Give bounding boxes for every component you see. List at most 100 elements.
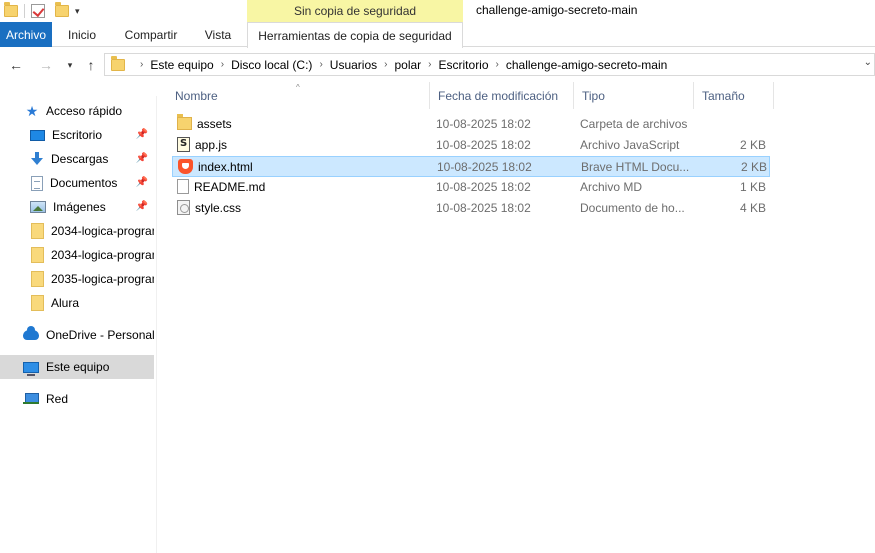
onedrive-icon — [23, 326, 39, 340]
breadcrumb-separator-icon[interactable]: › — [319, 59, 322, 70]
sidebar-item-label: Descargas — [51, 152, 109, 166]
file-type: Carpeta de archivos — [580, 116, 688, 131]
back-arrow-icon[interactable]: ← — [7, 56, 25, 74]
star-icon: ★ — [25, 102, 39, 119]
file-size: 1 KB — [739, 179, 766, 194]
file-name-cell: README.md — [177, 177, 425, 196]
breadcrumb-current-folder[interactable]: challenge-amigo-secreto-main — [506, 58, 667, 72]
breadcrumb-separator-icon[interactable]: › — [221, 59, 224, 70]
sidebar-item-label: 2034-logica-progran — [51, 224, 154, 238]
sidebar-item-escritorio[interactable]: Escritorio 📌 — [0, 123, 154, 147]
sidebar-item-folder[interactable]: 2034-logica-progran — [0, 219, 154, 243]
recent-locations-chevron-icon[interactable]: ▾ — [61, 56, 79, 74]
file-name: app.js — [195, 137, 228, 152]
file-date: 10-08-2025 18:02 — [437, 159, 532, 174]
breadcrumb-separator-icon[interactable]: › — [140, 59, 143, 70]
up-arrow-icon[interactable]: ↑ — [82, 56, 100, 74]
sidebar-item-label: Este equipo — [46, 360, 110, 374]
file-name: style.css — [195, 200, 242, 215]
tab-inicio[interactable]: Inicio — [56, 22, 108, 47]
quick-access-toolbar: ▾ — [4, 2, 80, 20]
properties-icon[interactable] — [31, 4, 45, 18]
table-row[interactable]: style.css 10-08-2025 18:02 Documento de … — [172, 198, 770, 219]
title-bar: ▾ Sin copia de seguridad challenge-amigo… — [0, 0, 875, 22]
file-type: Archivo MD — [580, 179, 643, 194]
file-type: Brave HTML Docu... — [581, 159, 690, 174]
folder-icon — [31, 247, 44, 263]
file-name: index.html — [198, 159, 253, 174]
downloads-icon — [30, 152, 44, 166]
sidebar-item-label: OneDrive - Personal — [46, 328, 154, 342]
file-size — [698, 114, 766, 133]
file-name: README.md — [194, 179, 266, 194]
toolbar-divider — [24, 4, 25, 18]
file-name-cell: assets — [177, 114, 425, 133]
file-name-cell: index.html — [178, 157, 426, 176]
folder-icon — [111, 55, 125, 71]
sidebar-item-documentos[interactable]: Documentos 📌 — [0, 171, 154, 195]
column-header-nombre[interactable]: Nombre — [167, 82, 430, 109]
new-folder-icon[interactable] — [55, 2, 69, 17]
sidebar-item-este-equipo[interactable]: Este equipo — [0, 355, 154, 379]
folder-icon[interactable] — [4, 2, 18, 17]
folder-icon — [177, 114, 192, 130]
tab-archivo[interactable]: Archivo — [0, 22, 52, 47]
tab-vista[interactable]: Vista — [195, 22, 241, 47]
column-header-tipo[interactable]: Tipo — [574, 82, 694, 109]
file-type: Archivo JavaScript — [580, 137, 680, 152]
table-row[interactable]: app.js 10-08-2025 18:02 Archivo JavaScri… — [172, 135, 770, 156]
context-tab-header: Sin copia de seguridad — [247, 0, 463, 22]
breadcrumb-disco-local[interactable]: Disco local (C:) — [231, 58, 312, 72]
pin-icon: 📌 — [135, 153, 148, 164]
pin-icon: 📌 — [135, 201, 148, 212]
navigation-bar: ← → ▾ ↑ › Este equipo › Disco local (C:)… — [0, 48, 875, 82]
table-row-selected[interactable]: index.html 10-08-2025 18:02 Brave HTML D… — [172, 156, 770, 177]
file-date: 10-08-2025 18:02 — [436, 200, 531, 215]
sidebar-item-label: 2035-logica-progran — [51, 272, 154, 286]
file-size: 4 KB — [739, 200, 766, 215]
file-date: 10-08-2025 18:02 — [436, 137, 531, 152]
pictures-icon — [30, 201, 46, 213]
column-header-fecha[interactable]: Fecha de modificación — [430, 82, 574, 109]
sidebar-item-alura[interactable]: Alura — [0, 291, 154, 315]
javascript-file-icon — [177, 137, 190, 152]
sidebar-item-acceso-rapido[interactable]: ★ Acceso rápido — [0, 99, 154, 123]
sidebar-item-label: Acceso rápido — [46, 104, 123, 118]
table-row[interactable]: assets 10-08-2025 18:02 Carpeta de archi… — [172, 114, 770, 135]
address-history-dropdown-icon[interactable]: ⌄ — [864, 57, 872, 68]
folder-icon — [31, 295, 44, 311]
sidebar-item-red[interactable]: Red — [0, 387, 154, 411]
address-bar[interactable]: › Este equipo › Disco local (C:) › Usuar… — [104, 53, 875, 76]
forward-arrow-icon[interactable]: → — [37, 56, 55, 74]
css-file-icon — [177, 200, 190, 215]
sidebar-item-folder[interactable]: 2034-logica-progran — [0, 243, 154, 267]
file-size: 2 KB — [739, 137, 766, 152]
file-date: 10-08-2025 18:02 — [436, 116, 531, 131]
breadcrumb-separator-icon[interactable]: › — [384, 59, 387, 70]
sidebar-item-imagenes[interactable]: Imágenes 📌 — [0, 195, 154, 219]
customize-toolbar-dropdown-icon[interactable]: ▾ — [75, 6, 80, 17]
breadcrumb-separator-icon[interactable]: › — [428, 59, 431, 70]
sidebar-item-label: Escritorio — [52, 128, 103, 142]
sidebar-item-folder[interactable]: 2035-logica-progran — [0, 267, 154, 291]
sidebar-item-label: Alura — [51, 296, 80, 310]
window-title: challenge-amigo-secreto-main — [476, 3, 638, 17]
breadcrumb-escritorio[interactable]: Escritorio — [439, 58, 489, 72]
pin-icon: 📌 — [135, 177, 148, 188]
network-icon — [23, 392, 39, 406]
breadcrumb-este-equipo[interactable]: Este equipo — [150, 58, 213, 72]
breadcrumb-usuarios[interactable]: Usuarios — [330, 58, 377, 72]
sidebar-item-descargas[interactable]: Descargas 📌 — [0, 147, 154, 171]
tab-compartir[interactable]: Compartir — [112, 22, 190, 47]
breadcrumb-separator-icon[interactable]: › — [496, 59, 499, 70]
column-header-tamano[interactable]: Tamaño — [694, 82, 774, 109]
ribbon-tabs: Archivo Inicio Compartir Vista Herramien… — [0, 22, 875, 48]
documents-icon — [31, 175, 43, 191]
sidebar-item-label: Imágenes — [53, 200, 106, 214]
breadcrumb-polar[interactable]: polar — [394, 58, 421, 72]
table-row[interactable]: README.md 10-08-2025 18:02 Archivo MD 1 … — [172, 177, 770, 198]
text-file-icon — [177, 179, 189, 194]
sidebar-item-onedrive[interactable]: OneDrive - Personal — [0, 323, 154, 347]
tab-herramientas-copia-seguridad[interactable]: Herramientas de copia de seguridad — [247, 22, 463, 48]
file-name-cell: style.css — [177, 198, 425, 217]
